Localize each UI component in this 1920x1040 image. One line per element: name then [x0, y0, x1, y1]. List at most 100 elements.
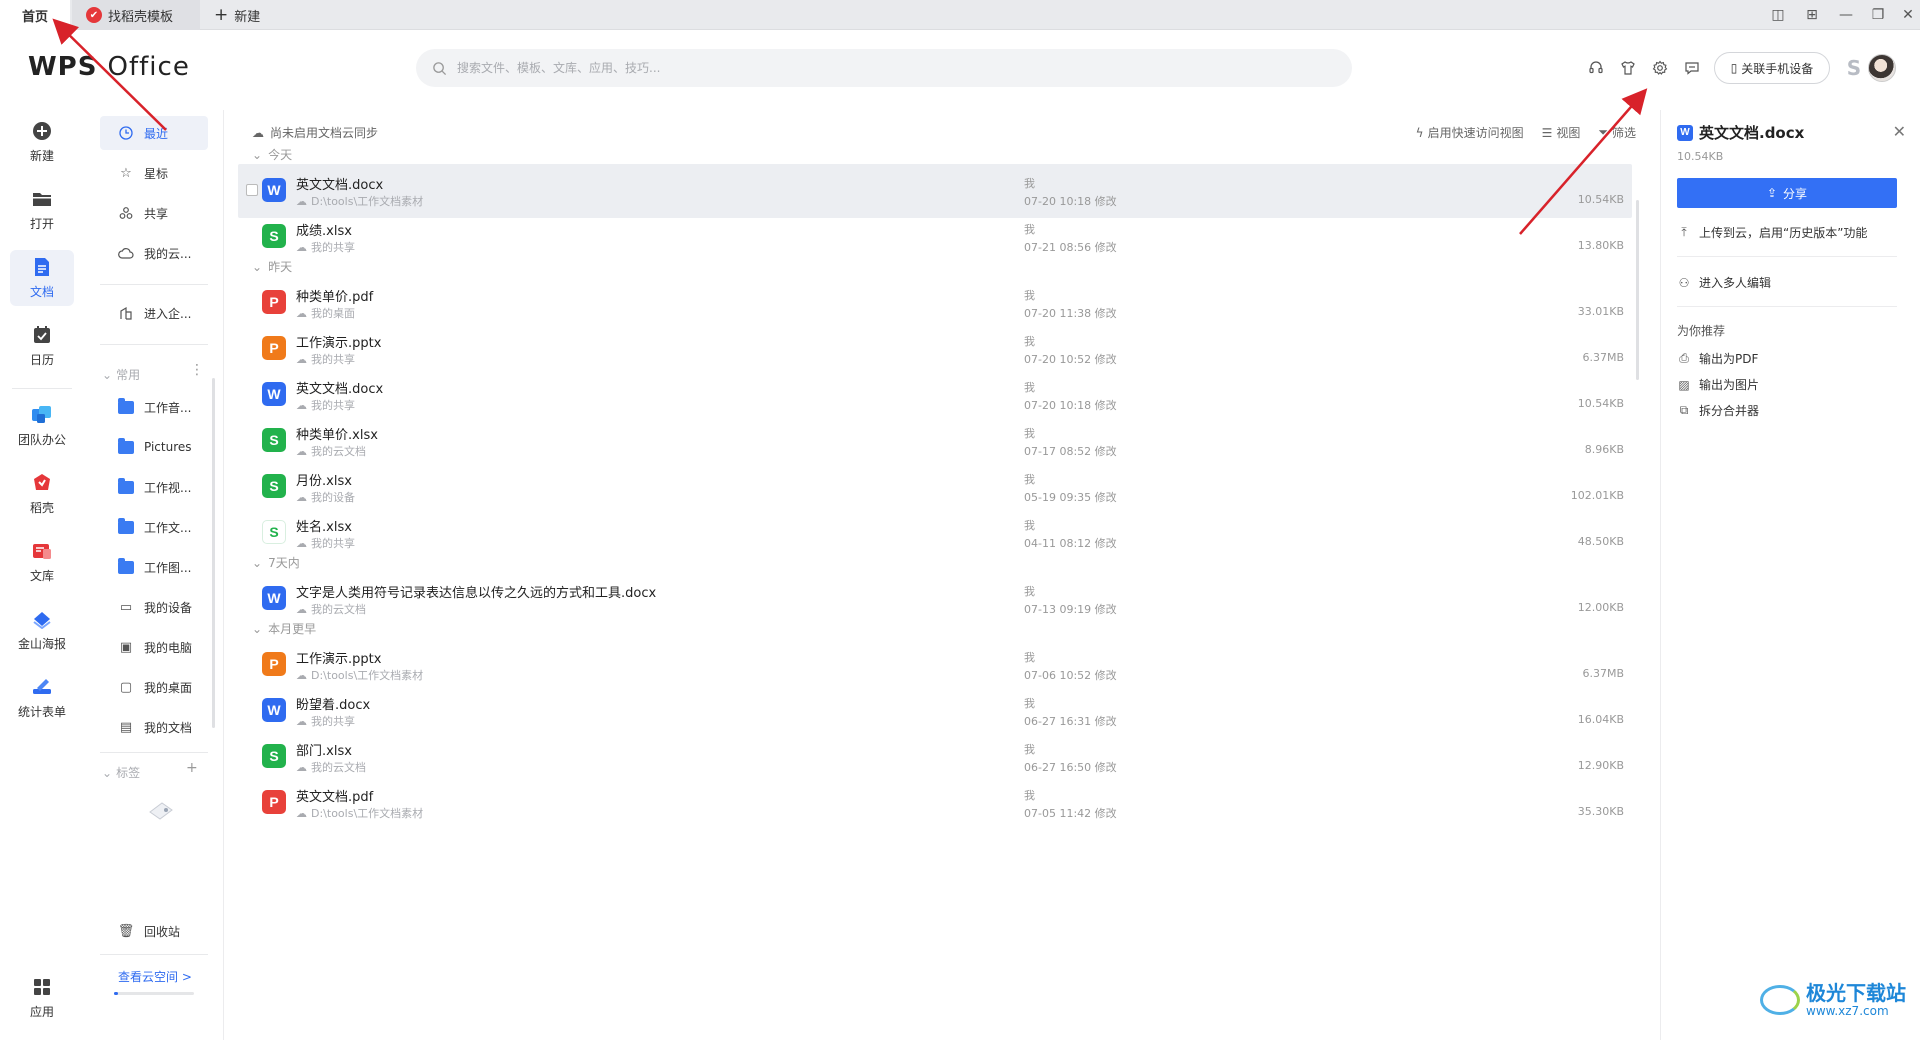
sidebar-item-recent[interactable]: 最近 — [100, 116, 208, 150]
pdf-export-icon: ⎙ — [1679, 351, 1689, 365]
new-tab-button[interactable]: + 新建 — [212, 0, 260, 30]
split-merge-button[interactable]: ⧉ 拆分合并器 — [1677, 402, 1759, 419]
group-header[interactable]: ⌄ 今天 — [252, 146, 292, 163]
file-owner: 我 — [1024, 697, 1035, 710]
export-image-button[interactable]: ▨ 输出为图片 — [1677, 376, 1759, 393]
quick-access-label: 启用快速访问视图 — [1427, 126, 1524, 140]
group-header[interactable]: ⌄ 昨天 — [252, 258, 292, 275]
file-modified-time: 07-21 08:56 修改 — [1024, 241, 1117, 254]
file-owner: 我 — [1024, 519, 1035, 532]
sidebar-item-my-desktop[interactable]: ▢ 我的桌面 — [100, 670, 208, 704]
watermark-logo-icon — [1760, 985, 1800, 1015]
view-cloud-space-link[interactable]: 查看云空间 > — [118, 968, 192, 985]
sidebar-item-recycle-bin[interactable]: 🗑 回收站 — [100, 914, 208, 948]
filter-button[interactable]: ⏷ 筛选 — [1598, 124, 1636, 141]
file-row[interactable]: P 英文文档.pdf ☁ D:\tools\工作文档素材 我 07-05 11:42 修改… — [238, 776, 1632, 830]
close-icon[interactable]: ✕ — [1893, 122, 1906, 141]
sidebar-item-enterprise[interactable]: 进入企... — [100, 296, 208, 330]
file-row[interactable]: W 文字是人类用符号记录表达信息以传之久远的方式和工具.docx ☁ 我的云文档 我 07… — [238, 572, 1632, 626]
settings-gear-icon[interactable] — [1648, 56, 1672, 80]
restore-button[interactable]: ❐ — [1862, 0, 1894, 30]
sidebar-item-pictures[interactable]: Pictures — [100, 430, 208, 464]
upload-cloud-history-button[interactable]: ⤒ 上传到云，启用“历史版本”功能 — [1677, 224, 1867, 241]
nav-library-label: 文库 — [29, 569, 54, 583]
skin-shirt-icon[interactable] — [1616, 56, 1640, 80]
multi-edit-button[interactable]: ⚇ 进入多人编辑 — [1677, 274, 1771, 291]
nav-poster[interactable]: 金山海报 — [10, 602, 74, 658]
excel-sheet-icon: S — [262, 520, 286, 544]
file-list-scrollbar[interactable] — [1636, 200, 1639, 380]
file-path: 我的共享 — [311, 399, 355, 412]
close-window-button[interactable]: ✕ — [1892, 0, 1920, 30]
nav-stat-form[interactable]: 统计表单 — [10, 670, 74, 726]
sidebar-item-work-docs[interactable]: 工作文... — [100, 510, 208, 544]
grid-view-icon[interactable]: ⊞ — [1796, 0, 1828, 30]
minimize-button[interactable]: — — [1830, 0, 1862, 30]
search-icon — [433, 61, 447, 75]
file-path: 我的共享 — [311, 353, 355, 366]
tab-daoke-templates[interactable]: ✔ 找稻壳模板 — [72, 0, 200, 30]
sidebar-item-label: 工作文... — [144, 520, 192, 535]
view-button[interactable]: ☰ 视图 — [1542, 124, 1581, 141]
sidebar-item-my-device[interactable]: ▭ 我的设备 — [100, 590, 208, 624]
nav-documents[interactable]: 文档 — [10, 250, 74, 306]
search-input[interactable] — [457, 61, 1257, 75]
sidebar-toggle-icon[interactable]: ◫ — [1762, 0, 1794, 30]
share-button[interactable]: ⇪ 分享 — [1677, 178, 1897, 208]
sidebar-item-work-audio[interactable]: 工作音... — [100, 390, 208, 424]
nav-calendar[interactable]: 日历 — [10, 318, 74, 374]
sidebar-item-work-images[interactable]: 工作图... — [100, 550, 208, 584]
tags-section-header[interactable]: ⌄ 标签 — [102, 764, 140, 781]
file-size: 8.96KB — [1584, 443, 1624, 456]
avatar[interactable] — [1868, 54, 1896, 82]
sidebar-item-my-cloud[interactable]: 我的云... — [100, 236, 208, 270]
sidebar-item-starred[interactable]: ☆ 星标 — [100, 156, 208, 190]
nav-new[interactable]: 新建 — [10, 114, 74, 170]
sidebar-item-my-documents[interactable]: ▤ 我的文档 — [100, 710, 208, 744]
search-box[interactable] — [416, 49, 1352, 87]
file-name: 种类单价.pdf — [296, 290, 374, 305]
common-section-header[interactable]: ⌄ 常用 — [102, 366, 140, 383]
cloud-sync-notice[interactable]: ☁ 尚未启用文档云同步 — [252, 124, 378, 141]
vip-badge-icon[interactable]: S — [1842, 54, 1866, 82]
message-icon[interactable] — [1680, 56, 1704, 80]
nav-apps[interactable]: 应用 — [10, 970, 74, 1026]
sidebar-item-my-computer[interactable]: ▣ 我的电脑 — [100, 630, 208, 664]
file-modified-time: 07-20 10:18 修改 — [1024, 399, 1117, 412]
link-phone-button[interactable]: ▯ 关联手机设备 — [1714, 52, 1830, 84]
nav-open[interactable]: 打开 — [10, 182, 74, 238]
export-pdf-button[interactable]: ⎙ 输出为PDF — [1677, 350, 1758, 367]
detail-title: W 英文文档.docx — [1677, 122, 1804, 143]
file-row[interactable]: S 成绩.xlsx ☁ 我的共享 我 07-21 08:56 修改 13.80KB — [238, 210, 1632, 264]
add-tag-icon[interactable]: + — [186, 760, 198, 776]
headset-icon[interactable] — [1584, 56, 1608, 80]
nav-open-label: 打开 — [29, 217, 54, 231]
tag-empty-illustration-icon — [146, 800, 176, 826]
quick-access-button[interactable]: ϟ 启用快速访问视图 — [1416, 124, 1524, 141]
group-label: 本月更早 — [268, 622, 317, 636]
more-options-icon[interactable]: ⋮ — [190, 362, 204, 378]
file-size: 48.50KB — [1577, 535, 1624, 548]
wps-office-logo: WPS Office — [28, 52, 190, 82]
file-row[interactable]: S 姓名.xlsx ☁ 我的共享 我 04-11 08:12 修改 48.50KB — [238, 506, 1632, 560]
nav-library[interactable]: 文库 — [10, 534, 74, 590]
detail-filename: 英文文档.docx — [1699, 124, 1805, 142]
file-owner: 我 — [1024, 381, 1035, 394]
nav-daoke[interactable]: 稻壳 — [10, 466, 74, 522]
nav-team-office[interactable]: 团队办公 — [10, 398, 74, 454]
tab-home[interactable]: 首页 — [0, 0, 70, 30]
calendar-icon — [31, 324, 53, 346]
row-checkbox[interactable] — [246, 184, 258, 196]
filter-icon: ⏷ — [1598, 125, 1608, 139]
nav-calendar-label: 日历 — [29, 353, 54, 367]
sidebar-item-shared[interactable]: 共享 — [100, 196, 208, 230]
view-label: 视图 — [1556, 126, 1581, 140]
phone-icon: ▯ — [1730, 61, 1738, 75]
sidebar-divider — [100, 284, 208, 285]
sidebar-item-work-video[interactable]: 工作视... — [100, 470, 208, 504]
group-header[interactable]: ⌄ 7天内 — [252, 554, 300, 571]
nav-apps-label: 应用 — [29, 1005, 54, 1019]
split-merge-icon: ⧉ — [1679, 403, 1689, 417]
sidebar-scrollbar[interactable] — [212, 378, 215, 728]
group-header[interactable]: ⌄ 本月更早 — [252, 620, 316, 637]
